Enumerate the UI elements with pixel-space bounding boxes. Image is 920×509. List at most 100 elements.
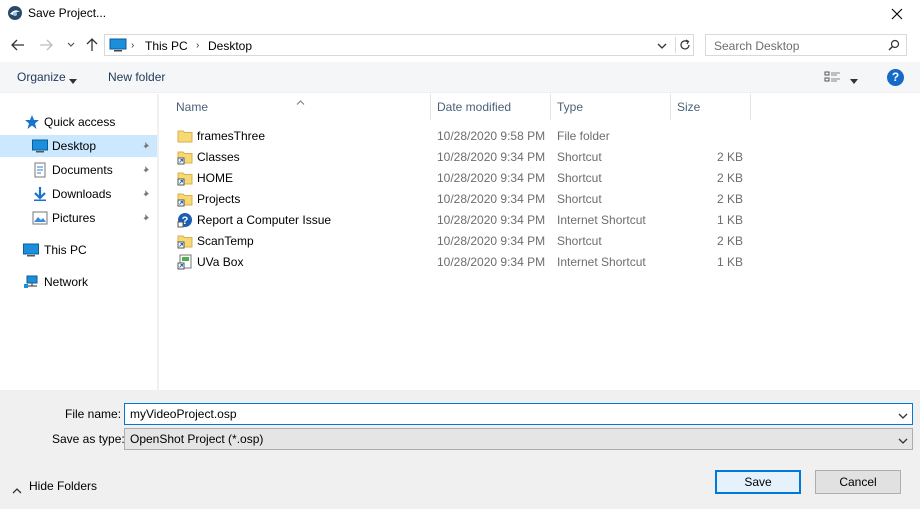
command-bar: Organize New folder ?: [0, 62, 920, 93]
search-input[interactable]: Search Desktop: [705, 34, 907, 56]
sidebar-item-downloads[interactable]: Downloads: [0, 183, 157, 205]
sidebar-item-documents[interactable]: Documents: [0, 159, 157, 181]
arrow-right-icon: [40, 39, 53, 51]
file-name-value: myVideoProject.osp: [130, 407, 237, 421]
sidebar-item-pictures[interactable]: Pictures: [0, 207, 157, 229]
close-button[interactable]: [874, 0, 920, 28]
cancel-button[interactable]: Cancel: [815, 470, 901, 494]
view-options-button[interactable]: [824, 70, 842, 87]
breadcrumb-desktop[interactable]: Desktop: [208, 39, 252, 53]
file-date: 10/28/2020 9:34 PM: [437, 150, 546, 164]
forward-button[interactable]: [38, 37, 54, 53]
up-button[interactable]: [84, 37, 100, 53]
pin-icon[interactable]: [141, 140, 151, 154]
file-type: Shortcut: [557, 192, 602, 206]
pictures-icon: [32, 210, 48, 226]
file-type: File folder: [557, 129, 610, 143]
column-header-size[interactable]: Size: [671, 94, 750, 120]
file-date: 10/28/2020 9:34 PM: [437, 171, 546, 185]
column-header-name[interactable]: Name: [170, 94, 430, 120]
title-bar: Save Project...: [0, 0, 920, 28]
sidebar-item-network[interactable]: Network: [0, 271, 157, 293]
breadcrumb-this-pc[interactable]: This PC: [145, 39, 188, 53]
new-folder-button[interactable]: New folder: [108, 70, 165, 84]
file-list: Name Date modified Type Size framesThree…: [160, 94, 920, 390]
save-button[interactable]: Save: [715, 470, 801, 494]
file-size: 2 KB: [716, 192, 743, 206]
organize-button[interactable]: Organize: [17, 70, 66, 84]
file-date: 10/28/2020 9:34 PM: [437, 192, 546, 206]
file-name: UVa Box: [197, 255, 244, 269]
file-type: Shortcut: [557, 234, 602, 248]
folder-shortcut-icon: [177, 170, 193, 186]
save-type-value: OpenShot Project (*.osp): [130, 432, 264, 446]
openshot-app-icon: [7, 5, 23, 21]
save-type-select[interactable]: OpenShot Project (*.osp): [124, 428, 913, 450]
sidebar-item-label: This PC: [44, 243, 87, 257]
save-type-label: Save as type:: [52, 432, 125, 446]
download-icon: [32, 186, 48, 202]
file-row[interactable]: Projects 10/28/2020 9:34 PM Shortcut 2 K…: [170, 188, 910, 209]
arrow-left-icon: [11, 39, 24, 51]
folder-shortcut-icon: [177, 149, 193, 165]
file-name-input[interactable]: myVideoProject.osp: [124, 403, 913, 425]
chevron-down-icon: [898, 434, 908, 448]
file-date: 10/28/2020 9:34 PM: [437, 255, 546, 269]
file-type: Internet Shortcut: [557, 213, 646, 227]
help-shortcut-icon: ?: [177, 212, 193, 228]
folder-icon: [177, 128, 193, 144]
file-row[interactable]: UVa Box 10/28/2020 9:34 PM Internet Shor…: [170, 251, 910, 272]
pin-icon[interactable]: [141, 188, 151, 202]
pin-icon[interactable]: [141, 164, 151, 178]
file-row[interactable]: ? Report a Computer Issue 10/28/2020 9:3…: [170, 209, 910, 230]
address-box[interactable]: › This PC › Desktop: [104, 34, 694, 56]
sidebar-item-desktop[interactable]: Desktop: [0, 135, 157, 157]
navigation-pane: Quick access Desktop Documents Downloads: [0, 94, 157, 390]
sidebar-item-this-pc[interactable]: This PC: [0, 239, 157, 261]
file-date: 10/28/2020 9:34 PM: [437, 213, 546, 227]
file-date: 10/28/2020 9:58 PM: [437, 129, 546, 143]
chevron-down-icon[interactable]: [898, 409, 908, 423]
file-size: 1 KB: [716, 213, 743, 227]
file-row[interactable]: HOME 10/28/2020 9:34 PM Shortcut 2 KB: [170, 167, 910, 188]
file-name: HOME: [197, 171, 233, 185]
file-size: 2 KB: [716, 171, 743, 185]
file-name: Classes: [197, 150, 240, 164]
address-row: › This PC › Desktop Search Desktop: [0, 30, 920, 60]
sidebar-item-label: Quick access: [44, 115, 116, 129]
file-row[interactable]: Classes 10/28/2020 9:34 PM Shortcut 2 KB: [170, 146, 910, 167]
computer-icon: [109, 38, 127, 55]
file-type: Shortcut: [557, 150, 602, 164]
address-dropdown-button[interactable]: [657, 39, 667, 53]
file-name-label: File name:: [65, 407, 122, 421]
file-row[interactable]: ScanTemp 10/28/2020 9:34 PM Shortcut 2 K…: [170, 230, 910, 251]
chevron-down-icon: [67, 42, 75, 47]
recent-locations-button[interactable]: [63, 37, 79, 53]
window-title: Save Project...: [28, 6, 107, 20]
file-name: framesThree: [197, 129, 266, 143]
computer-icon: [23, 242, 39, 258]
network-icon: [23, 274, 39, 290]
arrow-up-icon: [86, 38, 98, 51]
sidebar-item-label: Network: [44, 275, 89, 289]
file-row[interactable]: framesThree 10/28/2020 9:58 PM File fold…: [170, 125, 910, 146]
sidebar-item-label: Downloads: [52, 187, 112, 201]
pane-splitter[interactable]: [157, 94, 159, 390]
caret-down-icon[interactable]: [850, 73, 858, 87]
sidebar-item-quick-access[interactable]: Quick access: [0, 111, 157, 133]
file-type: Shortcut: [557, 171, 602, 185]
search-icon[interactable]: [888, 39, 900, 54]
column-header-type[interactable]: Type: [551, 94, 670, 120]
hide-folders-button[interactable]: Hide Folders: [29, 479, 97, 493]
help-button[interactable]: ?: [887, 69, 904, 86]
column-divider[interactable]: [750, 94, 751, 120]
sidebar-item-label: Documents: [52, 163, 113, 177]
pin-icon[interactable]: [141, 212, 151, 226]
file-size: 2 KB: [716, 234, 743, 248]
save-form: File name: myVideoProject.osp Save as ty…: [0, 390, 920, 509]
refresh-button[interactable]: [675, 37, 693, 53]
back-button[interactable]: [10, 37, 26, 53]
column-header-date[interactable]: Date modified: [431, 94, 550, 120]
sidebar-item-label: Pictures: [52, 211, 96, 225]
file-name: ScanTemp: [197, 234, 254, 248]
